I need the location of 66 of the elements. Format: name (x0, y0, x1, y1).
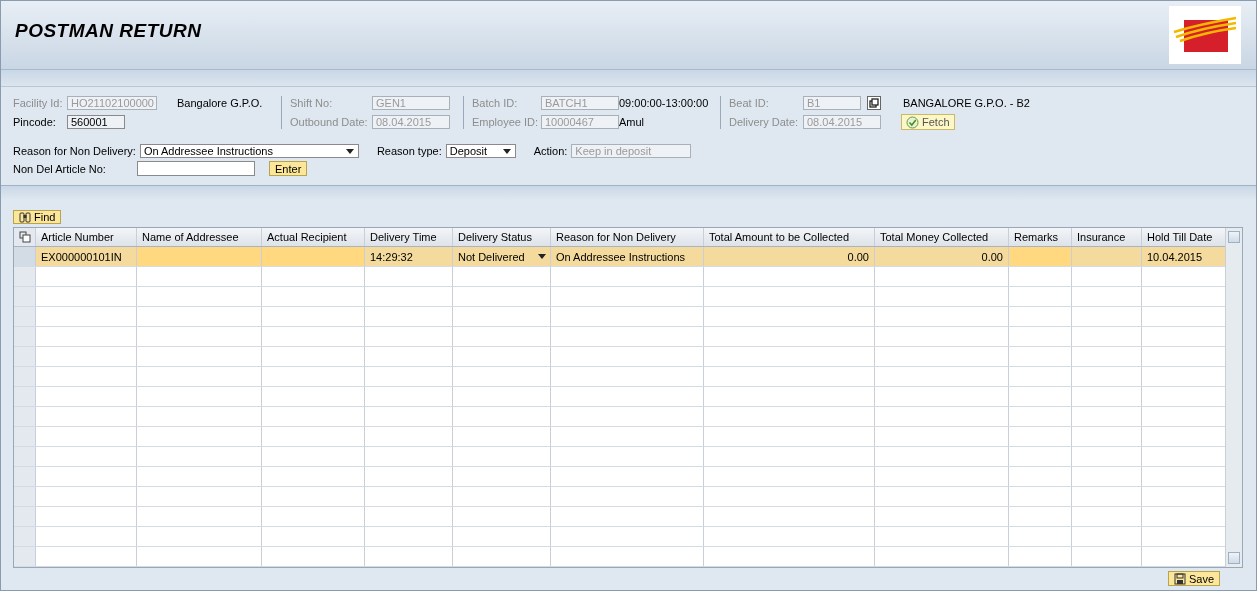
field-label: Outbound Date: (290, 116, 366, 128)
field-label: Employee ID: (472, 116, 535, 128)
column-header[interactable]: Name of Addressee (137, 228, 262, 246)
field-label: Non Del Article No: (13, 162, 107, 175)
row-selector[interactable] (14, 347, 36, 366)
column-settings-icon[interactable] (14, 228, 36, 246)
row-selector[interactable] (14, 327, 36, 346)
save-button[interactable]: Save (1167, 571, 1220, 586)
table-cell: Not Delivered (453, 247, 551, 266)
field-label: Reason type: (376, 145, 442, 157)
table-cell: 10.04.2015 (1142, 247, 1226, 266)
reason-dropdown[interactable]: On Addressee Instructions (139, 144, 359, 158)
field-label: Shift No: (290, 97, 334, 109)
article-field[interactable] (137, 161, 255, 176)
field-note: Amul (619, 116, 645, 128)
enter-button[interactable]: Enter (269, 161, 308, 176)
row-selector[interactable] (14, 487, 36, 506)
column-header[interactable]: Delivery Status (453, 228, 551, 246)
scroll-up-icon[interactable] (1228, 231, 1240, 243)
field-label: Action: (533, 145, 568, 157)
find-button[interactable]: Find (13, 210, 62, 224)
field-note: Bangalore G.P.O. (177, 97, 263, 109)
field-label: Reason for Non Delivery: (13, 145, 136, 157)
reason-type-dropdown[interactable]: Deposit (445, 144, 516, 158)
table-cell: 0.00 (704, 247, 875, 266)
field-label: Pincode: (13, 116, 57, 128)
field-label: Facility Id: (13, 97, 61, 109)
row-selector[interactable] (14, 267, 36, 286)
check-icon (906, 115, 919, 129)
column-header[interactable]: Remarks (1009, 228, 1072, 246)
table-cell: 0.00 (875, 247, 1009, 266)
field-note: 09:00:00-13:00:00 (619, 97, 709, 109)
row-selector[interactable] (14, 527, 36, 546)
page-title: POSTMAN RETURN (15, 20, 202, 42)
scroll-down-icon[interactable] (1228, 552, 1240, 564)
row-selector[interactable] (14, 407, 36, 426)
row-selector[interactable] (14, 447, 36, 466)
row-selector[interactable] (14, 467, 36, 486)
field-label: Beat ID: (729, 97, 770, 109)
row-selector[interactable] (14, 507, 36, 526)
input-field[interactable]: 560001 (67, 115, 125, 129)
caret-icon[interactable] (538, 254, 546, 259)
table-cell: EX000000101IN (36, 247, 137, 266)
row-selector[interactable] (14, 427, 36, 446)
column-header[interactable]: Reason for Non Delivery (551, 228, 704, 246)
row-selector[interactable] (14, 387, 36, 406)
field-label: Delivery Date: (729, 116, 797, 128)
column-header[interactable]: Delivery Time (365, 228, 453, 246)
logo-icon (1169, 6, 1241, 64)
field-note: BANGALORE G.P.O. - B2 (903, 97, 1030, 109)
column-header[interactable]: Actual Recipient (262, 228, 365, 246)
caret-icon (502, 149, 511, 154)
table-cell: 14:29:32 (365, 247, 453, 266)
table-cell: On Addressee Instructions (551, 247, 704, 266)
column-header[interactable]: Insurance (1072, 228, 1142, 246)
field-label: Batch ID: (472, 97, 519, 109)
row-selector[interactable] (14, 547, 36, 566)
caret-icon (345, 149, 354, 154)
row-selector[interactable] (14, 307, 36, 326)
row-selector[interactable] (14, 287, 36, 306)
column-header[interactable]: Article Number (36, 228, 137, 246)
table-row[interactable]: EX000000101IN 14:29:32 Not Delivered On Addressee Instructions 0.00 0.00 10.04.2015 (14, 247, 1225, 267)
column-header[interactable]: Total Money Collected (875, 228, 1009, 246)
column-header[interactable]: Total Amount to be Collected (704, 228, 875, 246)
row-selector[interactable] (14, 367, 36, 386)
binoculars-icon (19, 211, 31, 223)
